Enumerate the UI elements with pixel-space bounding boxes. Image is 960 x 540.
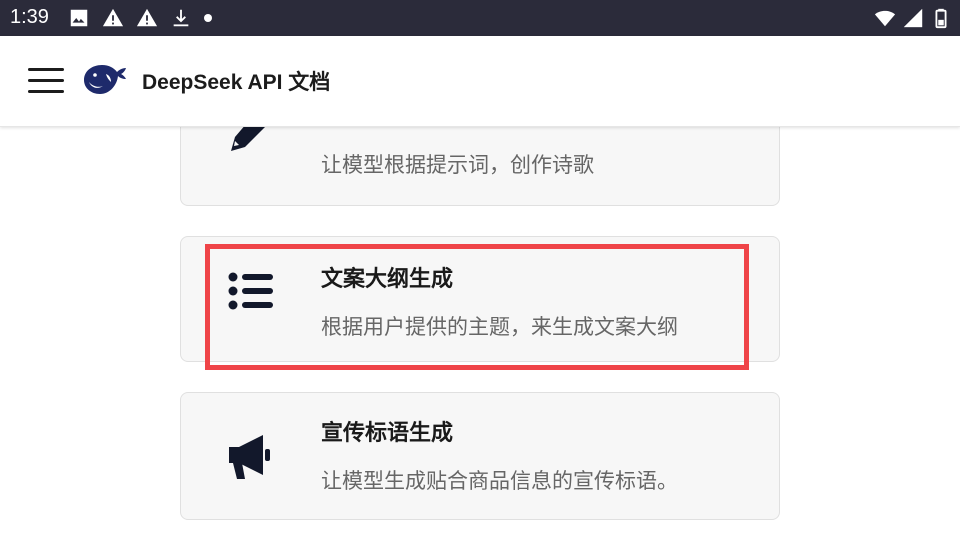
megaphone-icon	[225, 429, 281, 485]
app-title: DeepSeek API 文档	[142, 71, 331, 94]
hamburger-menu-button[interactable]	[26, 64, 66, 98]
menu-line	[28, 90, 64, 93]
download-icon	[170, 7, 192, 29]
wifi-icon	[874, 7, 896, 29]
card-title: 文案大纲生成	[321, 267, 454, 292]
card-description: 根据用户提供的主题，来生成文案大纲	[321, 315, 678, 339]
menu-line	[28, 68, 64, 71]
dot-icon	[204, 14, 212, 22]
card-copy-outline[interactable]: 文案大纲生成 根据用户提供的主题，来生成文案大纲	[180, 236, 780, 362]
card-poetry[interactable]: 让模型根据提示词，创作诗歌	[180, 126, 780, 206]
card-description: 让模型生成贴合商品信息的宣传标语。	[321, 469, 678, 493]
battery-icon	[930, 7, 952, 29]
card-description: 让模型根据提示词，创作诗歌	[321, 153, 594, 177]
menu-line	[28, 79, 64, 82]
status-time: 1:39	[10, 6, 49, 28]
card-title: 宣传标语生成	[321, 421, 454, 446]
deepseek-whale-logo[interactable]	[80, 60, 130, 100]
status-system-icons	[874, 7, 952, 29]
signal-icon	[902, 7, 924, 29]
app-bar: DeepSeek API 文档	[0, 36, 960, 127]
warning-icon	[136, 7, 158, 29]
warning-icon	[102, 7, 124, 29]
pen-icon	[225, 126, 281, 155]
list-icon	[225, 267, 281, 323]
status-bar: 1:39	[0, 0, 960, 36]
image-icon	[68, 7, 90, 29]
card-slogan[interactable]: 宣传标语生成 让模型生成贴合商品信息的宣传标语。	[180, 392, 780, 520]
status-notification-icons	[68, 7, 212, 29]
content-area: 让模型根据提示词，创作诗歌 文案大纲生成 根据用户提供的主题，来生成文案大纲 宣…	[0, 126, 960, 540]
